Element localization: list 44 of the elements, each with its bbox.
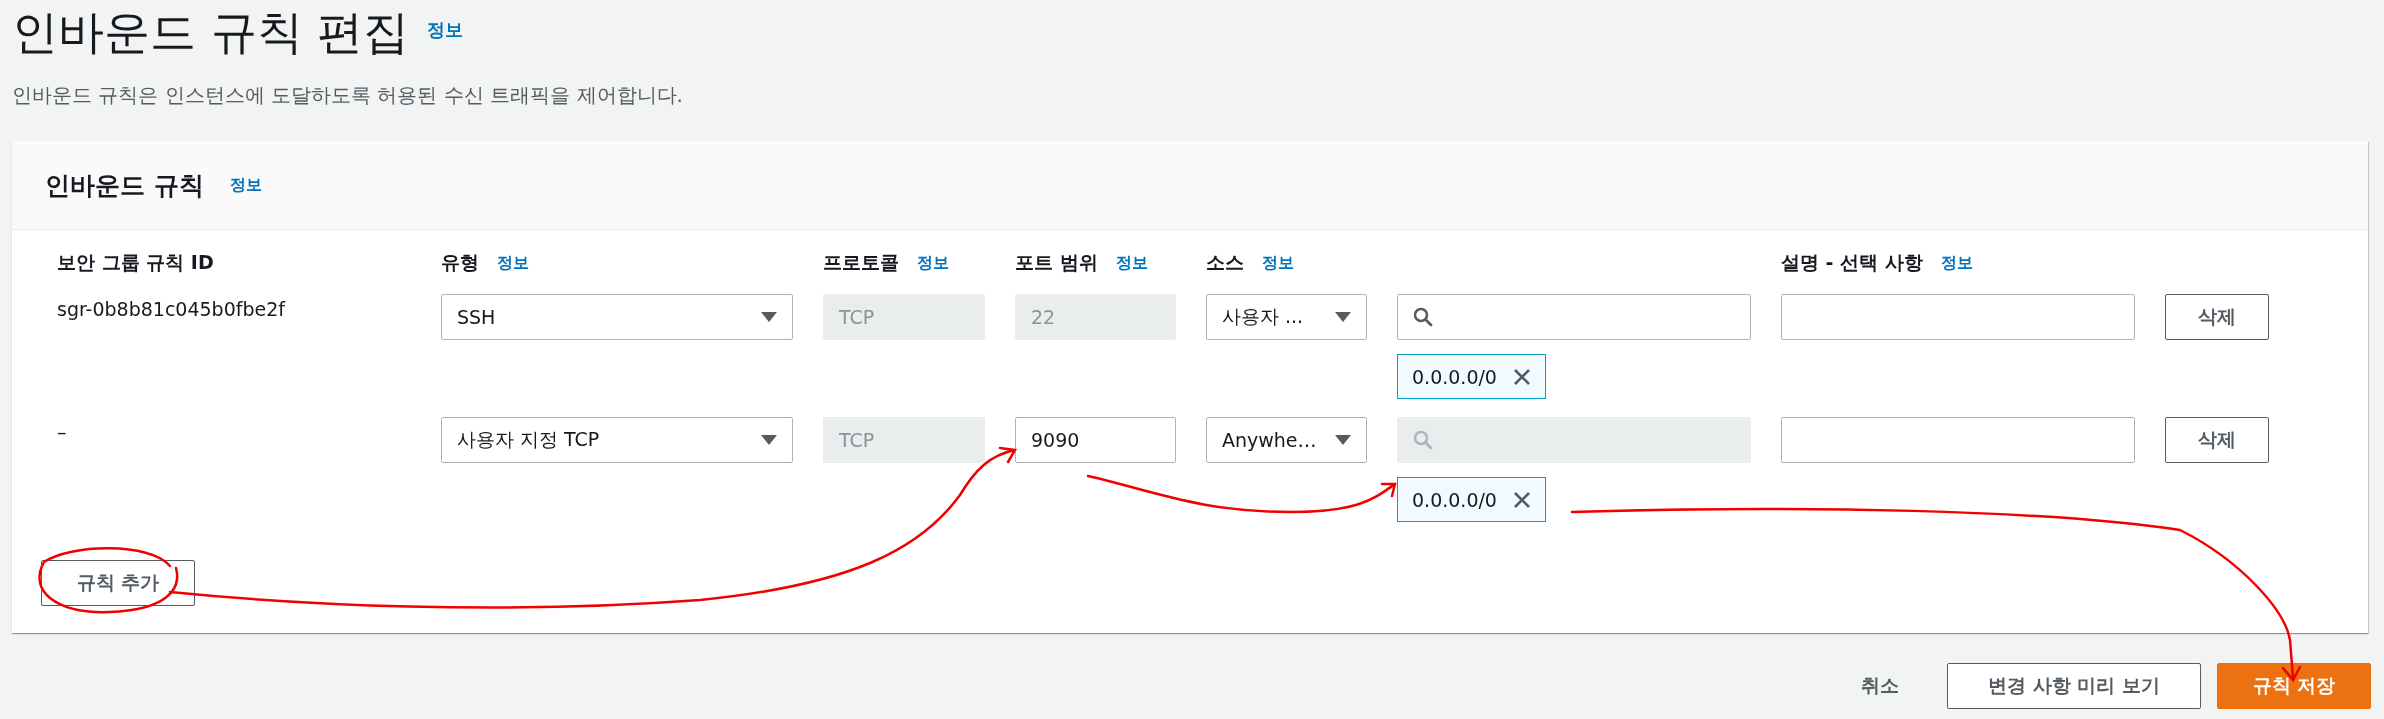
column-header: 설명 - 선택 사항 [1781, 250, 1923, 275]
description-field[interactable] [1781, 417, 2135, 463]
info-link[interactable]: 정보 [497, 252, 529, 274]
caret-icon [761, 435, 777, 445]
delete-button[interactable]: 삭제 [2165, 417, 2269, 463]
info-link[interactable]: 정보 [229, 174, 262, 196]
cancel-link[interactable]: 취소 [1861, 673, 1899, 699]
search-field[interactable] [1397, 294, 1751, 340]
page-description: 인바운드 규칙은 인스턴스에 도달하도록 허용된 수신 트래픽을 제어합니다. [12, 82, 684, 109]
column-header: 유형 [441, 250, 479, 275]
panel-title: 인바운드 규칙 [45, 169, 204, 202]
port-field[interactable]: 9090 [1015, 417, 1176, 463]
source-select[interactable]: 사용자 ... [1206, 294, 1367, 340]
caret-icon [761, 312, 777, 322]
add-rule-button[interactable]: 규칙 추가 [41, 560, 195, 606]
column-header: 소스 [1206, 250, 1244, 275]
caret-icon [1335, 435, 1351, 445]
protocol-field: TCP [823, 417, 985, 463]
description-field[interactable] [1781, 294, 2135, 340]
search-icon [1413, 430, 1433, 450]
protocol-field: TCP [823, 294, 985, 340]
cidr-tag: 0.0.0.0/0 [1397, 354, 1546, 399]
source-select[interactable]: Anywhe… [1206, 417, 1367, 463]
type-select[interactable]: SSH [441, 294, 793, 340]
delete-button[interactable]: 삭제 [2165, 294, 2269, 340]
column-header: 포트 범위 [1015, 250, 1098, 275]
rule-id: – [57, 421, 67, 443]
info-link[interactable]: 정보 [917, 252, 949, 274]
info-link[interactable]: 정보 [1115, 252, 1148, 274]
preview-button[interactable]: 변경 사항 미리 보기 [1947, 663, 2201, 709]
column-header: 보안 그룹 규칙 ID [57, 250, 214, 275]
info-link[interactable]: 정보 [427, 18, 464, 42]
info-link[interactable]: 정보 [1262, 252, 1294, 274]
search-icon [1413, 307, 1433, 327]
close-icon[interactable] [1512, 367, 1531, 386]
page-title: 인바운드 규칙 편집 [12, 4, 410, 60]
port-field: 22 [1015, 294, 1176, 340]
info-link[interactable]: 정보 [1940, 252, 1973, 274]
type-select[interactable]: 사용자 지정 TCP [441, 417, 793, 463]
column-header: 프로토콜 [823, 250, 899, 275]
caret-icon [1335, 312, 1351, 322]
rule-id: sgr-0b8b81c045b0fbe2f [57, 298, 285, 320]
cidr-tag: 0.0.0.0/0 [1397, 477, 1546, 522]
close-icon[interactable] [1512, 490, 1531, 509]
